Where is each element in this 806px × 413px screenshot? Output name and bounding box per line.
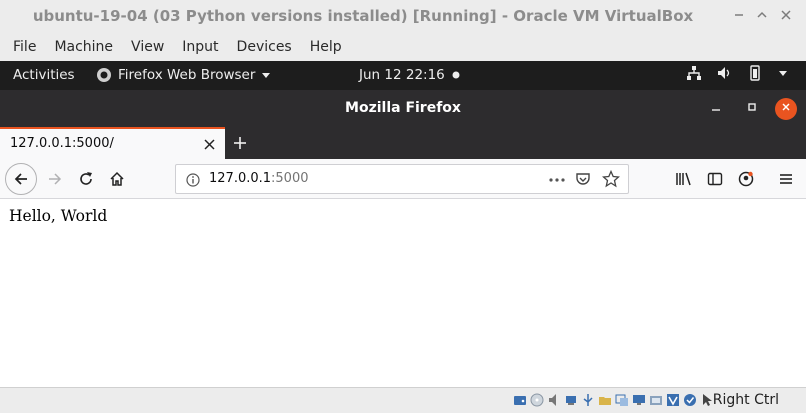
ff-minimize-button[interactable]	[705, 98, 727, 120]
minimize-button[interactable]	[729, 6, 749, 26]
url-bar[interactable]: 127.0.0.1:5000	[175, 164, 629, 194]
sidebar-icon	[707, 172, 723, 186]
menu-input[interactable]: Input	[173, 34, 227, 60]
usb-icon[interactable]	[580, 392, 595, 408]
tab-close-button[interactable]	[204, 134, 215, 154]
recording-icon[interactable]	[648, 392, 663, 408]
account-button[interactable]	[731, 164, 761, 194]
minimize-icon	[735, 14, 743, 16]
pocket-icon[interactable]	[575, 171, 591, 187]
optical-drive-icon[interactable]	[529, 392, 544, 408]
menu-help[interactable]: Help	[301, 34, 351, 60]
mouse-integration-icon[interactable]	[699, 392, 714, 408]
volume-icon	[718, 67, 730, 79]
hamburger-menu-icon	[780, 174, 792, 184]
guest-additions-icon[interactable]	[682, 392, 697, 408]
maximize-button[interactable]	[752, 6, 772, 26]
account-icon	[738, 171, 754, 187]
menu-devices[interactable]: Devices	[228, 34, 301, 60]
reload-button[interactable]	[71, 164, 101, 194]
system-tray[interactable]	[686, 65, 788, 81]
shared-folders-icon[interactable]	[597, 392, 612, 408]
vbox-title-bar: ubuntu-19-04 (03 Python versions install…	[0, 0, 806, 34]
clock[interactable]: Jun 12 22:16	[359, 67, 460, 83]
vbox-status-icons	[512, 392, 714, 408]
firefox-app-icon	[97, 68, 111, 82]
home-icon	[110, 171, 124, 186]
forward-arrow-icon	[49, 173, 62, 185]
reload-icon	[80, 172, 92, 185]
home-button[interactable]	[102, 164, 132, 194]
page-actions-icon[interactable]	[548, 177, 566, 183]
page-body-text: Hello, World	[9, 207, 108, 225]
tab-strip: 127.0.0.1:5000/	[0, 127, 806, 159]
vbox-menubar: File Machine View Input Devices Help	[0, 34, 806, 60]
activities-button[interactable]: Activities	[13, 67, 75, 83]
app-menu[interactable]: Firefox Web Browser	[96, 67, 271, 83]
gnome-top-panel: Activities Firefox Web Browser Jun 12 22…	[0, 61, 806, 90]
notification-dot-icon	[452, 71, 460, 79]
url-port: :5000	[271, 171, 309, 186]
guest-screen: Activities Firefox Web Browser Jun 12 22…	[0, 61, 806, 387]
menu-button[interactable]	[771, 164, 801, 194]
close-icon	[204, 139, 215, 150]
vbox-status-bar: Right Ctrl	[0, 387, 806, 413]
firefox-window-title: Mozilla Firefox	[345, 100, 461, 116]
vbox-window-title: ubuntu-19-04 (03 Python versions install…	[32, 7, 694, 25]
audio-icon[interactable]	[546, 392, 561, 408]
info-icon[interactable]	[186, 173, 200, 187]
hard-disk-icon[interactable]	[512, 392, 527, 408]
url-host: 127.0.0.1	[209, 171, 272, 186]
back-button[interactable]	[5, 163, 37, 195]
minimize-icon	[712, 109, 720, 111]
clock-text: Jun 12 22:16	[359, 67, 445, 83]
app-menu-label: Firefox Web Browser	[118, 67, 256, 83]
library-icon	[676, 172, 691, 186]
close-button[interactable]	[776, 6, 796, 26]
virtualization-icon[interactable]	[665, 392, 680, 408]
firefox-title-bar: Mozilla Firefox	[0, 90, 806, 127]
menu-machine[interactable]: Machine	[45, 34, 122, 60]
maximize-icon	[748, 103, 756, 111]
library-button[interactable]	[669, 164, 699, 194]
back-arrow-icon	[14, 173, 27, 185]
ff-maximize-button[interactable]	[741, 98, 763, 120]
network-adapter-icon[interactable]	[563, 392, 578, 408]
url-text: 127.0.0.1:5000	[209, 171, 309, 186]
tab-active[interactable]: 127.0.0.1:5000/	[0, 127, 225, 159]
host-key-label: Right Ctrl	[712, 392, 779, 408]
forward-button[interactable]	[40, 164, 70, 194]
network-icon	[687, 66, 701, 80]
menu-view[interactable]: View	[122, 34, 173, 60]
menu-file[interactable]: File	[4, 34, 45, 60]
page-content: Hello, World	[0, 200, 806, 387]
tab-label: 127.0.0.1:5000/	[10, 136, 114, 151]
drag-drop-icon[interactable]	[614, 392, 629, 408]
battery-icon	[750, 65, 760, 81]
plus-icon	[234, 137, 246, 149]
sidebar-button[interactable]	[700, 164, 730, 194]
close-icon	[781, 10, 791, 20]
close-icon	[782, 103, 790, 111]
maximize-chevron-icon	[757, 11, 767, 18]
navigation-toolbar: 127.0.0.1:5000	[0, 159, 806, 199]
display-icon[interactable]	[631, 392, 646, 408]
new-tab-button[interactable]	[233, 129, 247, 157]
bookmark-star-icon[interactable]	[602, 170, 620, 188]
dropdown-arrow-icon	[262, 73, 271, 78]
tray-dropdown-icon	[779, 71, 787, 76]
ff-close-button[interactable]	[775, 98, 797, 120]
